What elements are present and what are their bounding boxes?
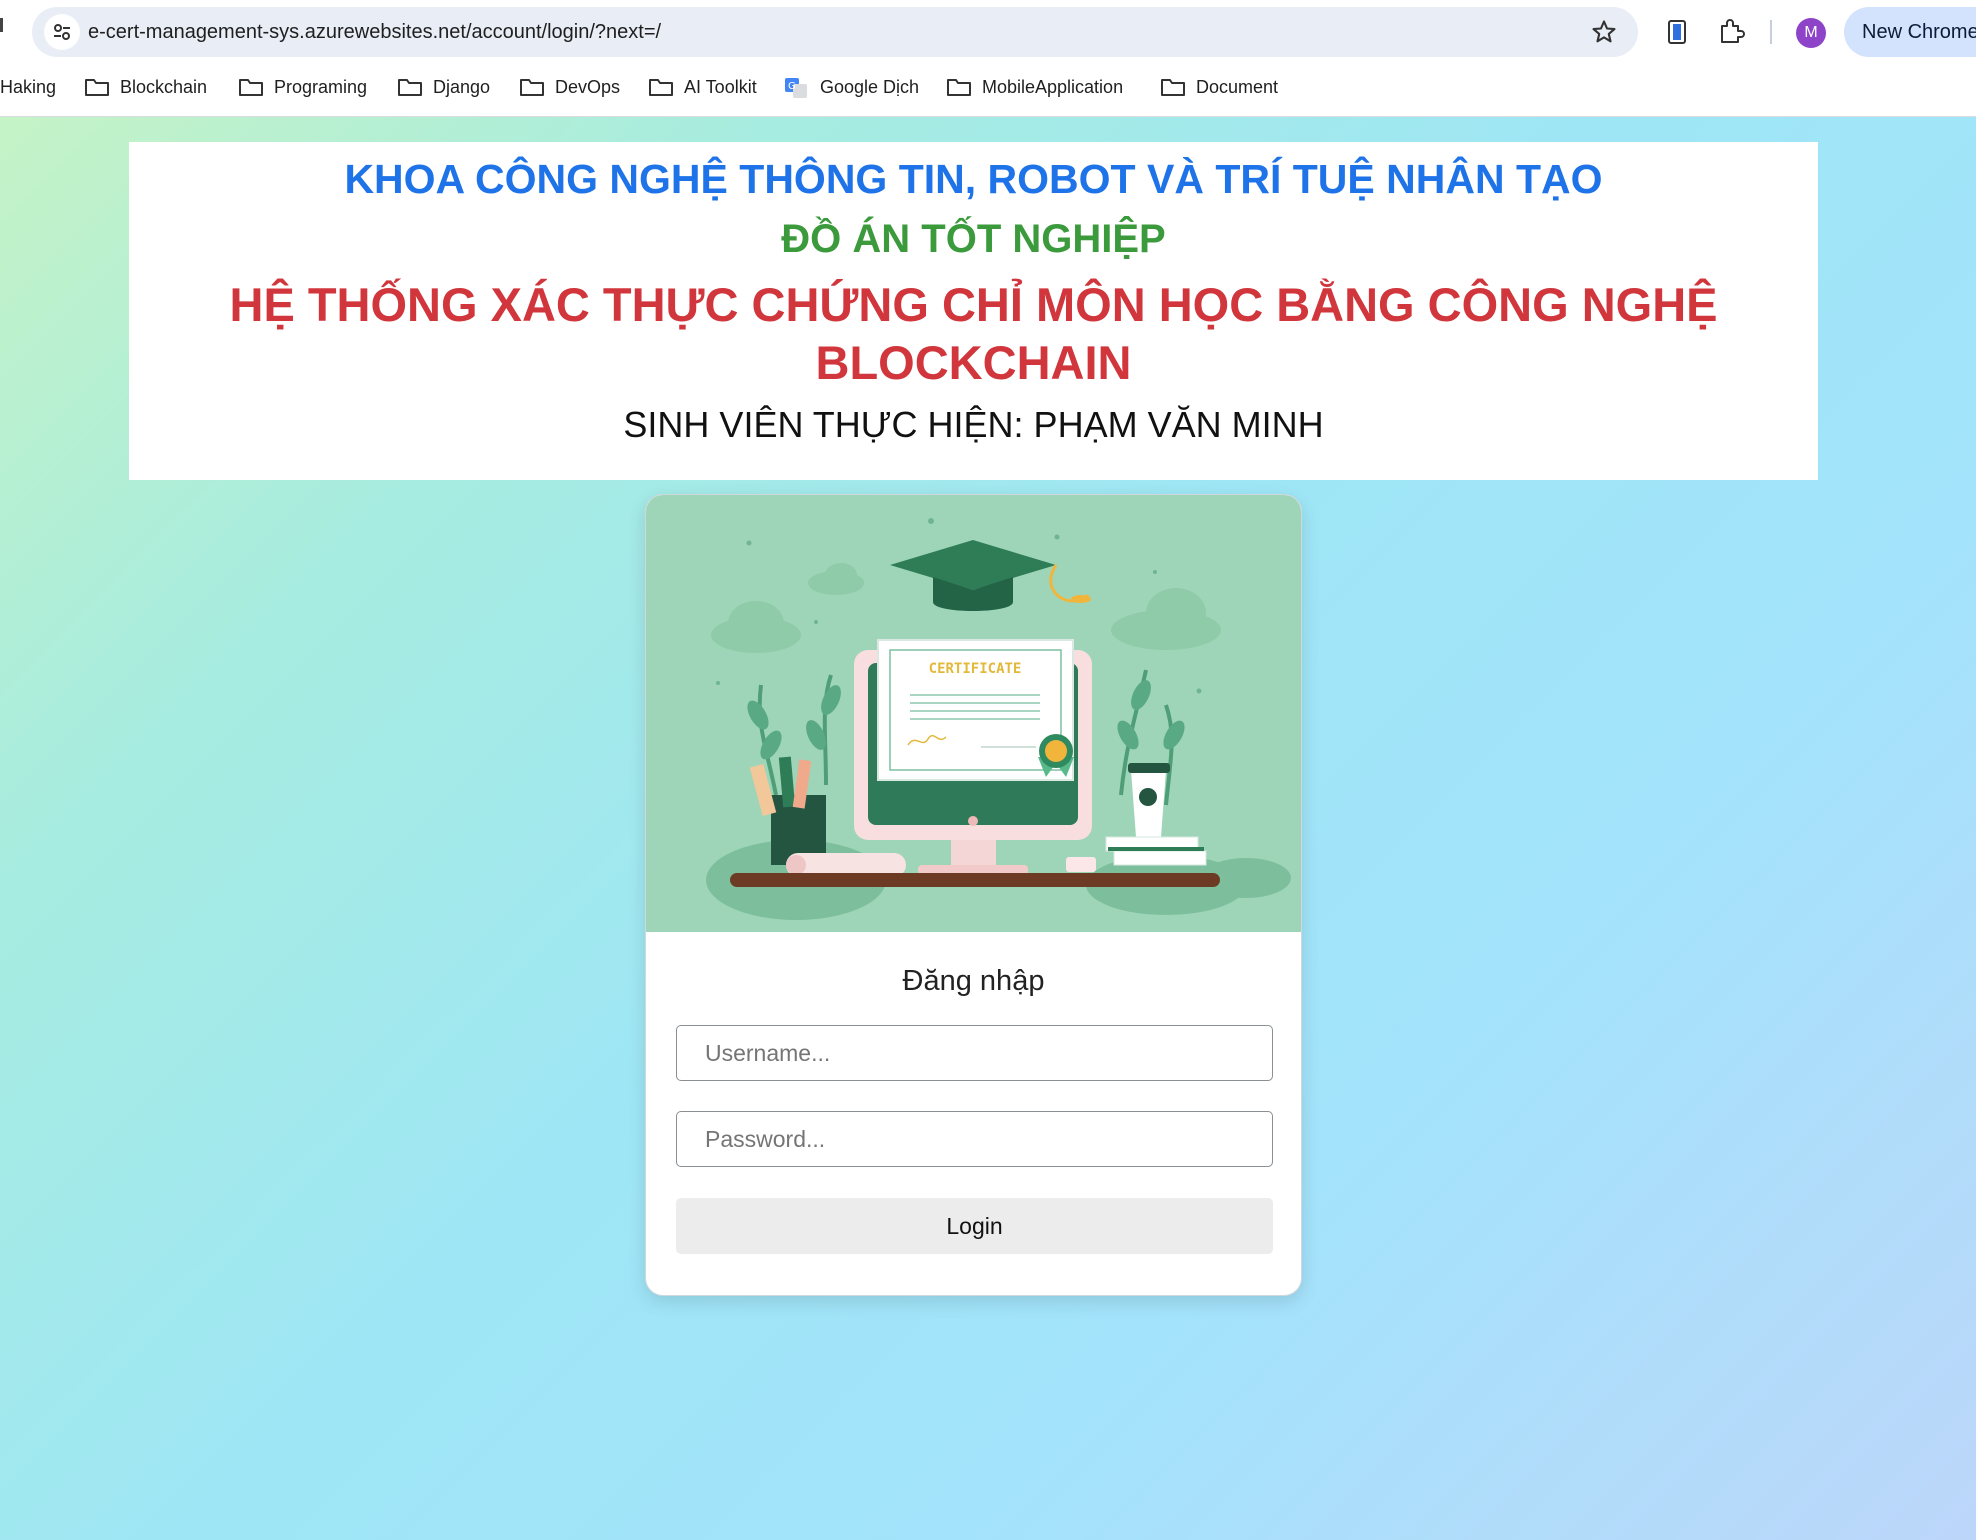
certificate-illustration: CERTIFICATE: [646, 495, 1301, 932]
bookmark-label: Blockchain: [120, 77, 208, 97]
folder-icon: [239, 79, 263, 96]
project-type-heading: ĐỒ ÁN TỐT NGHIỆP: [781, 217, 1166, 261]
certificate-label: CERTIFICATE: [929, 661, 1022, 677]
profile-avatar[interactable]: M: [1796, 18, 1826, 48]
login-title: Đăng nhập: [902, 965, 1045, 997]
certificate-desk-illustration: CERTIFICATE: [706, 518, 1291, 920]
site-settings-icon[interactable]: [44, 14, 80, 50]
bookmark-label: Google Dịch: [820, 77, 920, 97]
bookmark-label: AI Toolkit: [684, 77, 757, 97]
bookmark-label: DevOps: [555, 77, 621, 97]
login-card: CERTIFICATE Đăng nhập Username... Login: [645, 494, 1302, 1296]
bookmark-label: Document: [1196, 77, 1279, 97]
header-banner: KHOA CÔNG NGHỆ THÔNG TIN, ROBOT VÀ TRÍ T…: [129, 142, 1818, 480]
folder-icon: [85, 79, 109, 96]
bookmark-label: Programing: [274, 77, 368, 97]
browser-toolbar: e-cert-management-sys.azurewebsites.net/…: [0, 0, 1976, 117]
bookmark-star-icon[interactable]: [1590, 18, 1618, 46]
extensions-icon[interactable]: [1716, 17, 1746, 47]
page-background: KHOA CÔNG NGHỆ THÔNG TIN, ROBOT VÀ TRÍ T…: [0, 117, 1976, 1540]
folder-icon: [649, 79, 673, 96]
tab-edge-icon: [0, 18, 3, 32]
bookmarks-bar: Haking Blockchain Programing Django DevO…: [0, 70, 1976, 104]
bookmark-label: Haking: [0, 77, 57, 97]
address-bar[interactable]: e-cert-management-sys.azurewebsites.net/…: [32, 7, 1638, 57]
bookmark-label: MobileApplication: [982, 77, 1124, 97]
google-translate-icon: G: [785, 78, 807, 98]
folder-icon: [398, 79, 422, 96]
toolbar-separator: [1770, 20, 1772, 44]
tab-search-icon[interactable]: [1662, 17, 1692, 47]
new-chrome-button[interactable]: New Chrome: [1844, 7, 1976, 57]
login-button[interactable]: Login: [676, 1198, 1273, 1254]
project-title-heading: HỆ THỐNG XÁC THỰC CHỨNG CHỈ MÔN HỌC BẰNG…: [229, 278, 1718, 389]
password-input[interactable]: [676, 1111, 1273, 1167]
svg-text:G: G: [788, 81, 796, 92]
bookmark-label: Django: [433, 77, 491, 97]
faculty-heading: KHOA CÔNG NGHỆ THÔNG TIN, ROBOT VÀ TRÍ T…: [344, 156, 1603, 202]
username-input[interactable]: [676, 1025, 1273, 1081]
url-text[interactable]: e-cert-management-sys.azurewebsites.net/…: [88, 7, 661, 57]
bookmark-haking[interactable]: Haking: [0, 70, 56, 104]
folder-icon: [520, 79, 544, 96]
folder-icon: [947, 79, 971, 96]
student-name: SINH VIÊN THỰC HIỆN: PHẠM VĂN MINH: [623, 404, 1324, 445]
folder-icon: [1161, 79, 1185, 96]
